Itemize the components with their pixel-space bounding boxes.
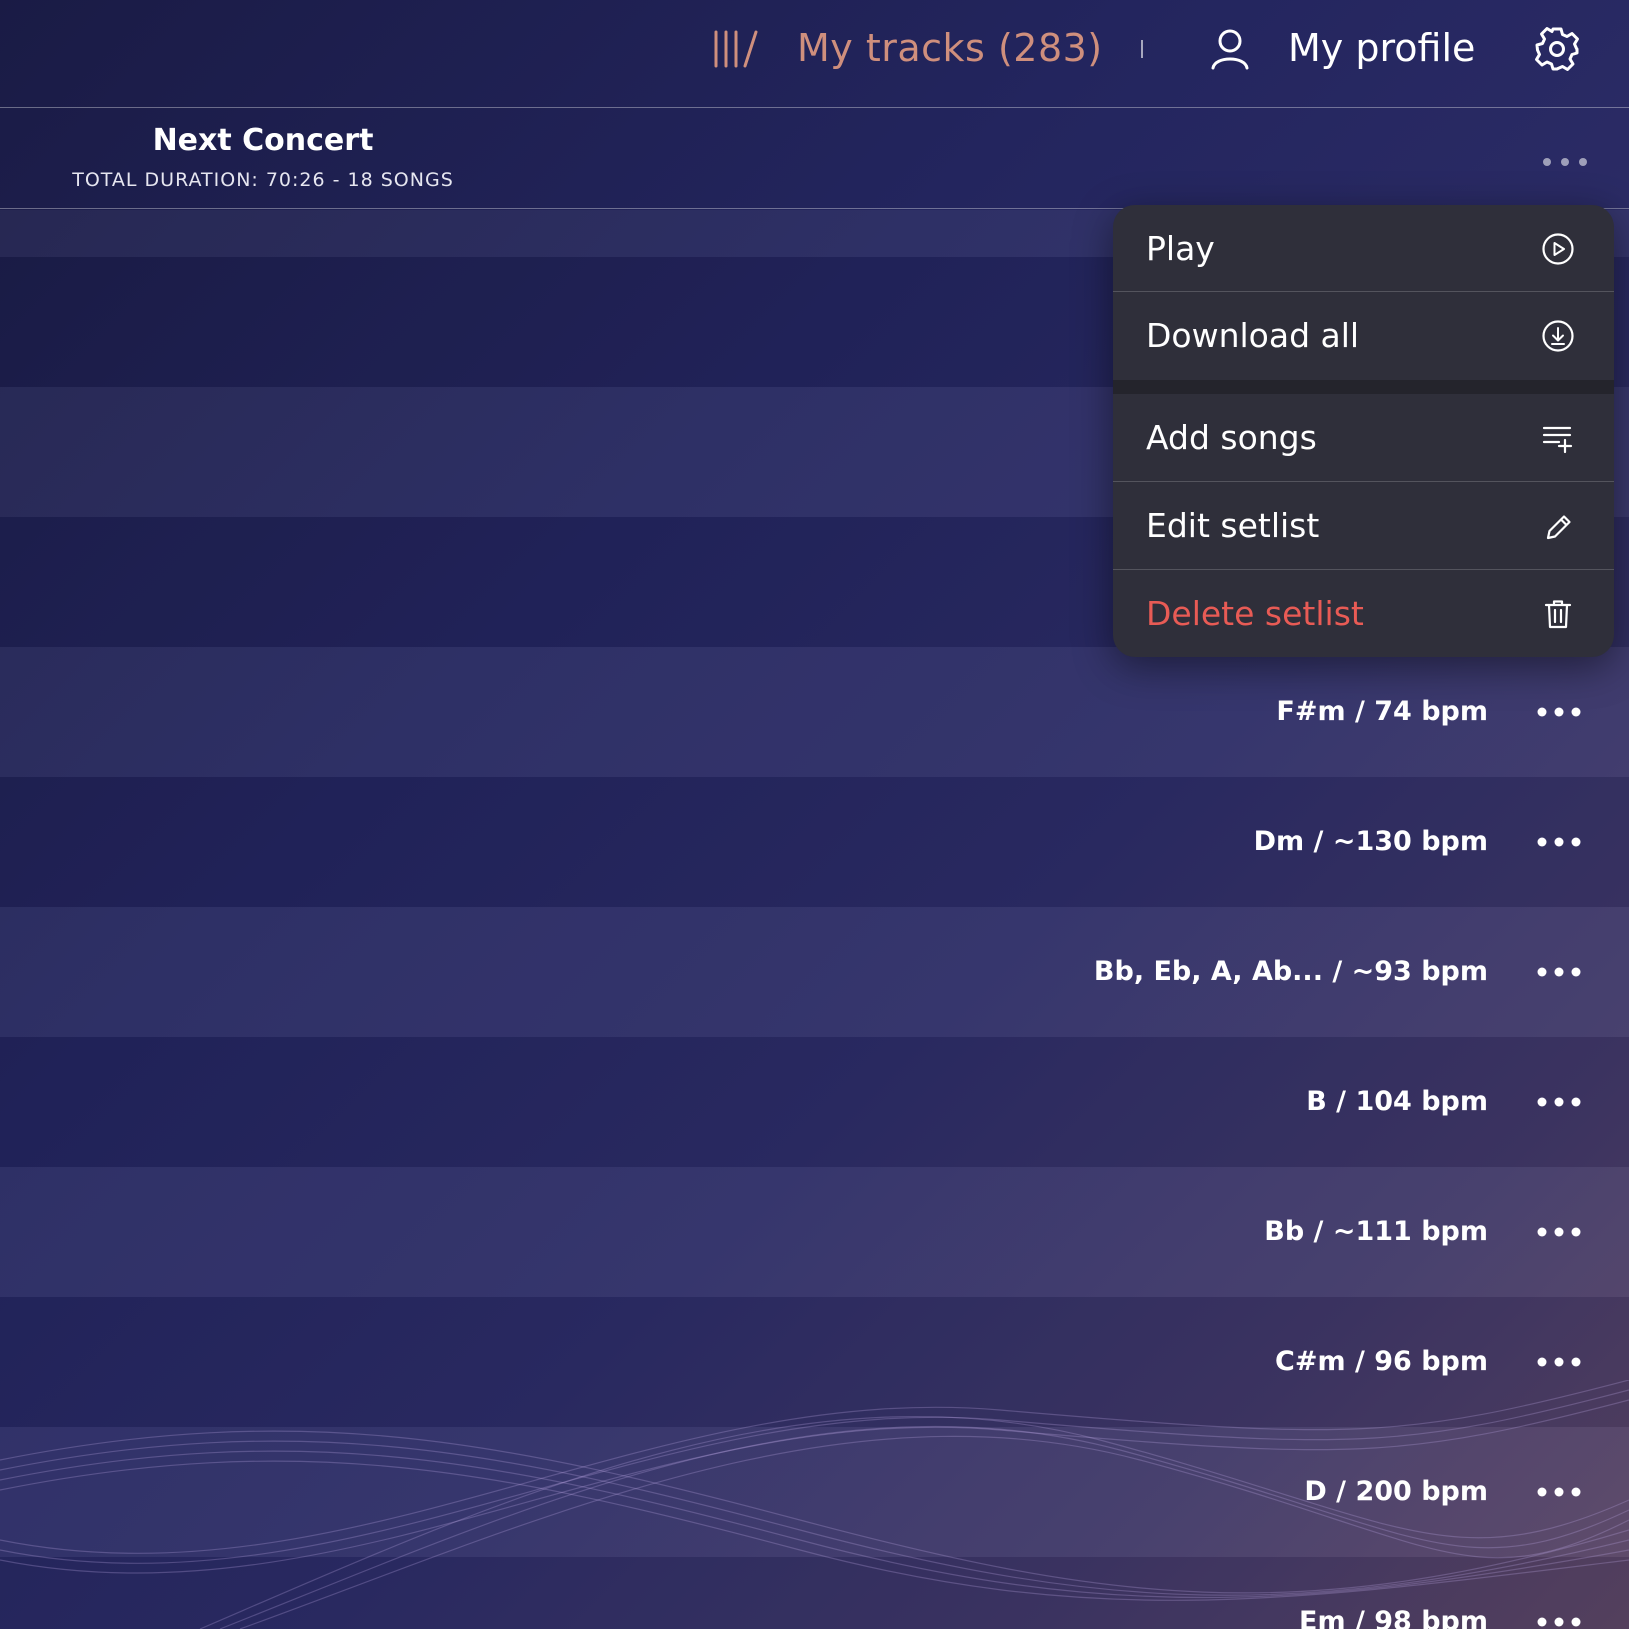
my-profile-link[interactable]: My profile <box>1288 22 1475 74</box>
setlist-context-menu: Play Download all Add songs Edit setlist… <box>1113 205 1614 657</box>
pencil-icon <box>1546 515 1571 540</box>
song-key-tempo: Bb / ~111 bpm <box>1264 1216 1488 1247</box>
menu-item-label: Edit setlist <box>1146 506 1320 545</box>
gear-icon[interactable] <box>1534 26 1580 72</box>
list-item[interactable]: Bb, Eb, A, Ab... / ~93 bpm <box>0 907 1629 1037</box>
menu-item-delete-setlist[interactable]: Delete setlist <box>1113 570 1614 657</box>
more-options-icon[interactable] <box>1540 155 1590 169</box>
menu-item-label: Add songs <box>1146 418 1317 457</box>
menu-item-label: Delete setlist <box>1146 594 1364 633</box>
more-options-icon[interactable] <box>1536 964 1582 980</box>
playlist-add-icon <box>1542 426 1573 454</box>
song-key-tempo: Dm / ~130 bpm <box>1253 826 1488 857</box>
list-item[interactable]: B / 104 bpm <box>0 1037 1629 1167</box>
menu-item-label: Download all <box>1146 316 1360 355</box>
download-circle-icon <box>1542 320 1574 352</box>
top-bar: My tracks (283) My profile <box>0 0 1629 108</box>
list-item[interactable]: F#m / 74 bpm <box>0 647 1629 777</box>
setlist-summary: TOTAL DURATION: 70:26 - 18 SONGS <box>72 169 454 191</box>
menu-item-play[interactable]: Play <box>1113 205 1614 292</box>
more-options-icon[interactable] <box>1536 1484 1582 1500</box>
song-key-tempo: D / 200 bpm <box>1304 1476 1488 1507</box>
play-circle-icon <box>1542 233 1574 265</box>
song-key-tempo: C#m / 96 bpm <box>1275 1346 1488 1377</box>
more-options-icon[interactable] <box>1536 1094 1582 1110</box>
song-key-tempo: Bb, Eb, A, Ab... / ~93 bpm <box>1093 956 1488 987</box>
list-item[interactable]: D / 200 bpm <box>0 1427 1629 1557</box>
song-key-tempo: B / 104 bpm <box>1306 1086 1488 1117</box>
user-icon[interactable] <box>1210 28 1250 70</box>
menu-group-separator <box>1113 380 1614 394</box>
menu-item-label: Play <box>1146 229 1215 268</box>
menu-item-download-all[interactable]: Download all <box>1113 292 1614 379</box>
menu-item-edit-setlist[interactable]: Edit setlist <box>1113 482 1614 569</box>
list-item[interactable]: C#m / 96 bpm <box>0 1297 1629 1427</box>
more-options-icon[interactable] <box>1536 1224 1582 1240</box>
more-options-icon[interactable] <box>1536 1354 1582 1370</box>
list-item[interactable]: Bb / ~111 bpm <box>0 1167 1629 1297</box>
header-separator <box>1141 40 1143 58</box>
list-item[interactable]: Dm / ~130 bpm <box>0 777 1629 907</box>
more-options-icon[interactable] <box>1536 704 1582 720</box>
my-tracks-link[interactable]: My tracks (283) <box>797 22 1103 74</box>
more-options-icon[interactable] <box>1536 1614 1582 1629</box>
setlist-header: Next Concert TOTAL DURATION: 70:26 - 18 … <box>0 109 1629 209</box>
list-item[interactable]: Em / 98 bpm <box>0 1557 1629 1629</box>
library-icon[interactable] <box>712 28 762 70</box>
trash-icon <box>1544 600 1572 629</box>
song-key-tempo: Em / 98 bpm <box>1299 1606 1488 1629</box>
song-key-tempo: F#m / 74 bpm <box>1276 696 1488 727</box>
menu-item-add-songs[interactable]: Add songs <box>1113 394 1614 481</box>
more-options-icon[interactable] <box>1536 834 1582 850</box>
setlist-title: Next Concert <box>152 123 374 158</box>
